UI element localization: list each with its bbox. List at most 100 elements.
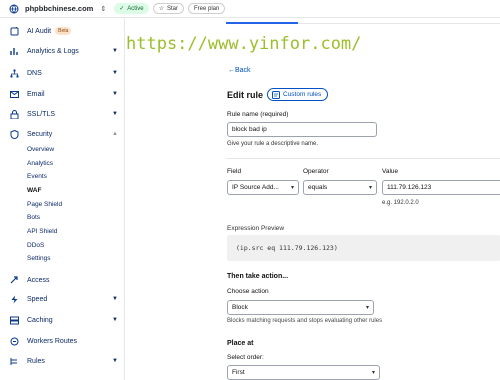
network-icon: [9, 68, 19, 78]
order-select[interactable]: First ▾: [227, 365, 380, 380]
shield-icon: [9, 129, 19, 139]
expression-preview: (ip.src eq 111.79.126.123): [227, 235, 500, 261]
value-input-value: 111.79.126.123: [387, 184, 432, 191]
field-label: Field: [227, 168, 242, 175]
field-select-value: IP Source Add...: [232, 184, 279, 191]
caret-down-icon: ▼: [112, 317, 118, 323]
order-label: Select order:: [227, 354, 264, 361]
sidebar-subitem-overview[interactable]: Overview: [27, 146, 54, 153]
star-button[interactable]: ☆ Star: [152, 3, 184, 14]
sidebar-subitem-bots[interactable]: Bots: [27, 214, 40, 221]
section-divider: [226, 158, 500, 159]
operator-select-value: equals: [308, 184, 328, 191]
sidebar-item-label: Speed: [27, 295, 48, 303]
sidebar-item-label: Access: [27, 276, 50, 284]
field-select[interactable]: IP Source Add... ▾: [227, 180, 299, 195]
order-select-value: First: [232, 369, 245, 376]
caret-down-icon: ▼: [112, 296, 118, 302]
rule-name-value: block bad ip: [232, 126, 267, 133]
plan-badge[interactable]: Free plan: [188, 3, 226, 14]
sidebar-item-label: DNS: [27, 69, 42, 77]
caret-down-icon: ▼: [112, 91, 118, 97]
main-content: https://www.yinfor.com/ ←Back Edit rule …: [126, 18, 500, 380]
watermark-text: https://www.yinfor.com/: [126, 34, 362, 54]
globe-icon: [9, 4, 19, 13]
star-label: Star: [166, 5, 178, 12]
caret-down-icon: ▼: [112, 48, 118, 54]
plan-label: Free plan: [194, 5, 220, 12]
action-select[interactable]: Block ▾: [227, 300, 374, 315]
sidebar-item-dns[interactable]: DNS ▼: [0, 66, 125, 80]
rule-name-input[interactable]: block bad ip: [227, 122, 377, 137]
operator-select[interactable]: equals ▾: [303, 180, 377, 195]
operator-label: Operator: [303, 168, 329, 175]
action-heading: Then take action...: [227, 273, 289, 280]
sidebar-item-label: Caching: [27, 316, 53, 324]
sidebar: AI Audit Beta Analytics & Logs ▼ DNS ▼ E…: [0, 18, 125, 380]
back-label: Back: [235, 67, 251, 74]
chevron-down-icon: ▾: [371, 370, 375, 376]
check-icon: ✓: [119, 6, 125, 12]
sidebar-item-security[interactable]: Security ▲: [0, 127, 125, 141]
sidebar-item-workers-routes[interactable]: Workers Routes: [0, 334, 125, 348]
top-bar: phpbbchinese.com ⇕ ✓ Active ☆ Star Free …: [0, 0, 500, 18]
place-heading: Place at: [227, 340, 254, 347]
rule-name-hint: Give your rule a descriptive name.: [227, 141, 319, 147]
sidebar-item-email[interactable]: Email ▼: [0, 87, 125, 101]
chevron-down-icon: ▾: [368, 185, 372, 191]
sidebar-item-label: Rules: [27, 357, 45, 365]
sidebar-item-label: Security: [27, 130, 53, 138]
sidebar-item-ssl-tls[interactable]: SSL/TLS ▼: [0, 107, 125, 121]
sidebar-item-ai-audit[interactable]: AI Audit Beta: [0, 24, 125, 38]
beta-badge: Beta: [55, 27, 72, 35]
sidebar-subitem-api-shield[interactable]: API Shield: [27, 228, 57, 235]
arrow-left-icon: ←: [228, 67, 235, 74]
status-label: Active: [127, 5, 144, 12]
sidebar-subitem-events[interactable]: Events: [27, 173, 47, 180]
chip-label: Custom rules: [283, 91, 322, 98]
lock-icon: [9, 109, 19, 119]
sidebar-item-analytics[interactable]: Analytics & Logs ▼: [0, 44, 125, 58]
star-icon: ☆: [158, 6, 164, 12]
sidebar-item-label: Workers Routes: [27, 337, 78, 345]
sidebar-subitem-waf[interactable]: WAF: [27, 187, 41, 194]
custom-rules-chip[interactable]: Custom rules: [267, 88, 329, 101]
back-link[interactable]: ←Back: [228, 67, 251, 74]
sidebar-item-rules[interactable]: Rules ▼: [0, 354, 125, 368]
sidebar-item-access[interactable]: Access: [0, 273, 125, 287]
page-title: Edit rule: [227, 90, 264, 100]
value-label: Value: [382, 168, 399, 175]
chevron-down-icon: ▾: [365, 305, 369, 311]
sidebar-item-caching[interactable]: Caching ▼: [0, 313, 125, 327]
domain-name[interactable]: phpbbchinese.com: [25, 4, 93, 13]
caret-down-icon: ▼: [112, 111, 118, 117]
expression-preview-label: Expression Preview: [227, 225, 285, 232]
access-icon: [9, 275, 19, 285]
chevron-down-icon: ▾: [290, 185, 294, 191]
sidebar-subitem-page-shield[interactable]: Page Shield: [27, 201, 62, 208]
rule-name-label: Rule name (required): [227, 111, 289, 118]
workers-icon: [9, 336, 19, 346]
status-badge: ✓ Active: [114, 3, 149, 14]
rules-chip-icon: [272, 90, 280, 99]
domain-switcher-icon[interactable]: ⇕: [100, 5, 106, 13]
caret-up-icon: ▲: [112, 131, 118, 137]
sidebar-item-speed[interactable]: Speed ▼: [0, 292, 125, 306]
caching-icon: [9, 315, 19, 325]
sidebar-subitem-settings[interactable]: Settings: [27, 255, 51, 262]
rules-icon: [9, 356, 19, 366]
sidebar-item-label: SSL/TLS: [27, 110, 56, 118]
sidebar-item-label: AI Audit: [27, 27, 52, 35]
mail-icon: [9, 89, 19, 99]
sidebar-item-label: Analytics & Logs: [27, 47, 79, 55]
action-hint: Blocks matching requests and stops evalu…: [227, 318, 383, 324]
action-select-value: Block: [232, 304, 248, 311]
sidebar-subitem-analytics[interactable]: Analytics: [27, 160, 53, 167]
sidebar-item-label: Email: [27, 90, 45, 98]
value-hint: e.g. 192.0.2.0: [382, 200, 419, 206]
caret-down-icon: ▼: [112, 358, 118, 364]
value-input[interactable]: 111.79.126.123: [382, 180, 500, 195]
sidebar-item-label-wrap: AI Audit Beta: [27, 27, 72, 35]
caret-down-icon: ▼: [112, 70, 118, 76]
sidebar-subitem-ddos[interactable]: DDoS: [27, 242, 44, 249]
